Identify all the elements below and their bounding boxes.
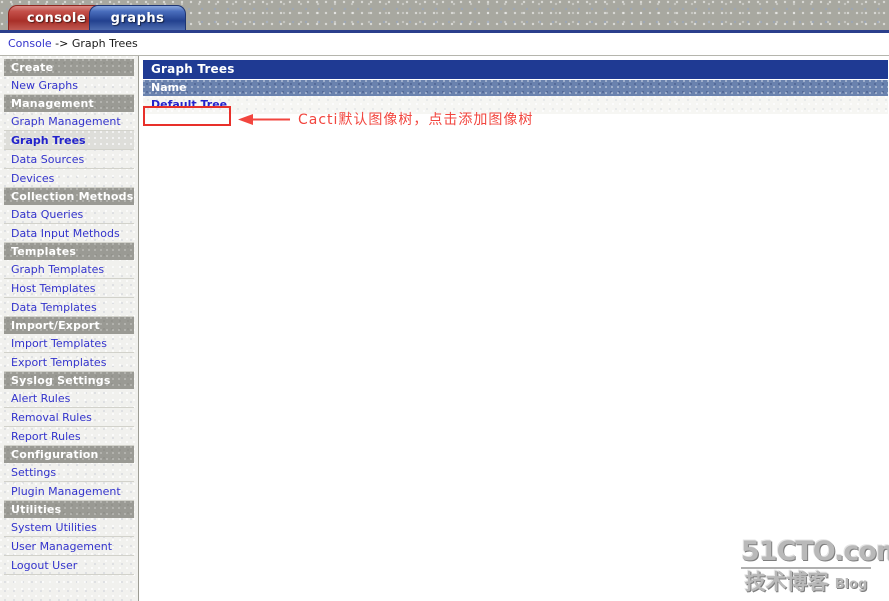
sidebar-section-header: Templates xyxy=(4,243,134,260)
sidebar-item-graph-management[interactable]: Graph Management xyxy=(4,112,134,131)
graph-tree-link-default-tree[interactable]: Default Tree xyxy=(151,98,227,111)
tab-graphs-label: graphs xyxy=(110,11,165,26)
sidebar-section-header: Collection Methods xyxy=(4,188,134,205)
page-title: Graph Trees xyxy=(143,60,888,79)
main-content: Graph Trees Name Default Tree xyxy=(139,56,889,601)
sidebar-section-header: Utilities xyxy=(4,501,134,518)
sidebar-item-data-input-methods[interactable]: Data Input Methods xyxy=(4,224,134,243)
table-column-header-name: Name xyxy=(143,80,888,96)
sidebar-item-data-queries[interactable]: Data Queries xyxy=(4,205,134,224)
sidebar-item-import-templates[interactable]: Import Templates xyxy=(4,334,134,353)
sidebar-item-data-sources[interactable]: Data Sources xyxy=(4,150,134,169)
tab-graphs[interactable]: graphs xyxy=(89,5,186,30)
sidebar-item-settings[interactable]: Settings xyxy=(4,463,134,482)
breadcrumb-current: Graph Trees xyxy=(71,37,138,50)
sidebar-section-header: Syslog Settings xyxy=(4,372,134,389)
sidebar-section-header: Management xyxy=(4,95,134,112)
sidebar-item-removal-rules[interactable]: Removal Rules xyxy=(4,408,134,427)
sidebar-item-system-utilities[interactable]: System Utilities xyxy=(4,518,134,537)
page-body: Create New Graphs Management Graph Manageme… xyxy=(0,56,889,601)
sidebar-item-logout-user[interactable]: Logout User xyxy=(4,556,134,575)
sidebar-section-header: Create xyxy=(4,59,134,76)
sidebar-item-host-templates[interactable]: Host Templates xyxy=(4,279,134,298)
sidebar-item-alert-rules[interactable]: Alert Rules xyxy=(4,389,134,408)
tab-console-label: console xyxy=(26,11,87,26)
sidebar: Create New Graphs Management Graph Manageme… xyxy=(0,56,139,601)
sidebar-item-export-templates[interactable]: Export Templates xyxy=(4,353,134,372)
sidebar-item-devices[interactable]: Devices xyxy=(4,169,134,188)
breadcrumb-link-console[interactable]: Console xyxy=(8,37,52,50)
sidebar-item-graph-trees[interactable]: Graph Trees xyxy=(4,131,134,150)
table-row: Default Tree xyxy=(143,96,888,114)
sidebar-section-header: Configuration xyxy=(4,446,134,463)
breadcrumb: Console -> Graph Trees xyxy=(0,33,889,56)
sidebar-item-report-rules[interactable]: Report Rules xyxy=(4,427,134,446)
sidebar-section-header: Import/Export xyxy=(4,317,134,334)
breadcrumb-separator: -> xyxy=(55,37,69,50)
sidebar-item-data-templates[interactable]: Data Templates xyxy=(4,298,134,317)
sidebar-item-plugin-management[interactable]: Plugin Management xyxy=(4,482,134,501)
sidebar-item-graph-templates[interactable]: Graph Templates xyxy=(4,260,134,279)
tab-bar: console graphs xyxy=(0,0,889,33)
sidebar-item-new-graphs[interactable]: New Graphs xyxy=(4,76,134,95)
sidebar-item-user-management[interactable]: User Management xyxy=(4,537,134,556)
